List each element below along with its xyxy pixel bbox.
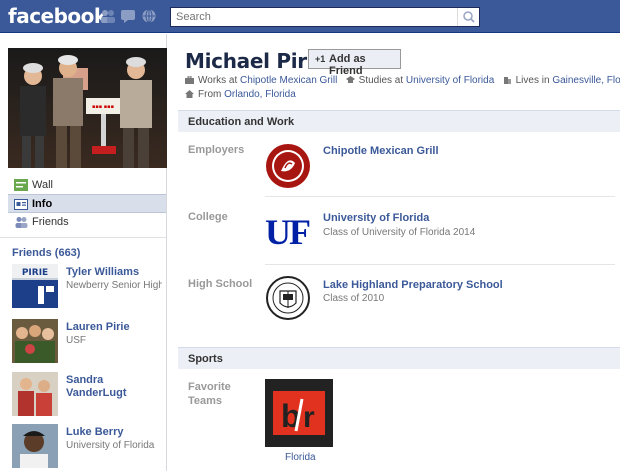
nav-friends[interactable]: Friends bbox=[8, 213, 166, 232]
uf-logo[interactable]: UF bbox=[265, 212, 312, 252]
nav-wall[interactable]: Wall bbox=[8, 176, 166, 195]
search-button[interactable] bbox=[457, 8, 479, 26]
add-friend-icon: +1 bbox=[315, 54, 326, 64]
svg-text:UF: UF bbox=[265, 212, 310, 248]
works-prefix: Works at bbox=[198, 75, 241, 86]
profile-name: Michael Pirie bbox=[185, 49, 327, 73]
nav-friends-label: Friends bbox=[32, 216, 69, 228]
friend-name[interactable]: Sandra VanderLugt bbox=[66, 374, 162, 400]
divider bbox=[265, 196, 615, 197]
left-column: ▪▪▪ ▪▪▪ Wall Info Friends Friends (663) bbox=[0, 34, 167, 471]
info-summary: Works at Chipotle Mexican Grill Studies … bbox=[185, 75, 620, 86]
friends-icon bbox=[15, 217, 28, 228]
employers-label: Employers bbox=[188, 144, 245, 156]
friends-heading[interactable]: Friends (663) bbox=[12, 247, 80, 259]
friend-name[interactable]: Lauren Pirie bbox=[66, 321, 162, 334]
add-friend-label: Add as Friend bbox=[329, 53, 366, 77]
friend-subtitle: Newberry Senior High bbox=[66, 280, 162, 291]
studies-at-link[interactable]: University of Florida bbox=[406, 75, 494, 86]
highschool-class: Class of 2010 bbox=[323, 293, 385, 304]
friend-photo[interactable] bbox=[12, 319, 58, 363]
team-logo[interactable]: b r bbox=[265, 379, 333, 450]
building-icon bbox=[503, 77, 511, 84]
search-input[interactable] bbox=[171, 8, 457, 26]
friend-name[interactable]: Tyler Williams bbox=[66, 266, 162, 279]
top-bar: facebook bbox=[0, 0, 620, 33]
friend-subtitle: University of Florida bbox=[66, 440, 155, 451]
lake-highland-crest[interactable] bbox=[265, 275, 311, 324]
friend-photo[interactable] bbox=[12, 372, 58, 416]
wall-icon bbox=[14, 179, 28, 191]
info-icon bbox=[14, 199, 28, 210]
home-icon bbox=[185, 90, 194, 98]
divider bbox=[0, 237, 166, 238]
employer-link[interactable]: Chipotle Mexican Grill bbox=[323, 145, 439, 157]
info-from: From Orlando, Florida bbox=[185, 89, 296, 100]
chipotle-logo[interactable] bbox=[265, 143, 311, 192]
svg-text:▪▪▪ ▪▪▪: ▪▪▪ ▪▪▪ bbox=[92, 104, 114, 110]
divider bbox=[265, 264, 615, 265]
lives-prefix: Lives in bbox=[515, 75, 553, 86]
studies-prefix: Studies at bbox=[358, 75, 406, 86]
nav-wall-label: Wall bbox=[32, 179, 53, 191]
graduation-cap-icon bbox=[345, 76, 355, 83]
messages-icon[interactable] bbox=[120, 9, 136, 23]
briefcase-icon bbox=[185, 76, 194, 84]
from-link[interactable]: Orlando, Florida bbox=[224, 89, 296, 100]
friend-requests-icon[interactable] bbox=[100, 9, 116, 23]
search-box[interactable] bbox=[170, 7, 480, 27]
facebook-logo[interactable]: facebook bbox=[8, 4, 107, 28]
friend-item[interactable]: PIRIE Tyler Williams Newberry Senior Hig… bbox=[12, 264, 162, 310]
friend-photo[interactable] bbox=[12, 424, 58, 468]
college-label: College bbox=[188, 211, 228, 223]
svg-text:r: r bbox=[303, 401, 315, 434]
team-link[interactable]: Florida bbox=[285, 452, 316, 463]
friend-item[interactable]: Sandra VanderLugt bbox=[12, 372, 162, 418]
sports-heading: Sports bbox=[178, 347, 620, 369]
friend-item[interactable]: Luke Berry University of Florida bbox=[12, 424, 162, 470]
nav-info[interactable]: Info bbox=[8, 194, 166, 213]
nav-info-label: Info bbox=[32, 198, 53, 210]
search-icon bbox=[463, 11, 475, 23]
works-at-link[interactable]: Chipotle Mexican Grill bbox=[240, 75, 337, 86]
profile-picture[interactable]: ▪▪▪ ▪▪▪ bbox=[8, 48, 167, 168]
highschool-link[interactable]: Lake Highland Preparatory School bbox=[323, 279, 503, 291]
friend-name[interactable]: Luke Berry bbox=[66, 426, 162, 439]
svg-text:PIRIE: PIRIE bbox=[22, 268, 48, 278]
favorite-teams-label: Favorite Teams bbox=[188, 381, 231, 407]
add-friend-button[interactable]: +1 Add as Friend bbox=[308, 49, 401, 77]
friend-item[interactable]: Lauren Pirie USF bbox=[12, 319, 162, 365]
notifications-icon[interactable] bbox=[141, 9, 157, 23]
education-work-heading: Education and Work bbox=[178, 110, 620, 132]
lives-in-link[interactable]: Gainesville, Florida bbox=[552, 75, 620, 86]
college-link[interactable]: University of Florida bbox=[323, 212, 429, 224]
friend-subtitle: USF bbox=[66, 335, 86, 346]
friend-photo[interactable]: PIRIE bbox=[12, 264, 58, 308]
from-prefix: From bbox=[198, 89, 225, 100]
college-class: Class of University of Florida 2014 bbox=[323, 227, 476, 238]
highschool-label: High School bbox=[188, 278, 253, 290]
